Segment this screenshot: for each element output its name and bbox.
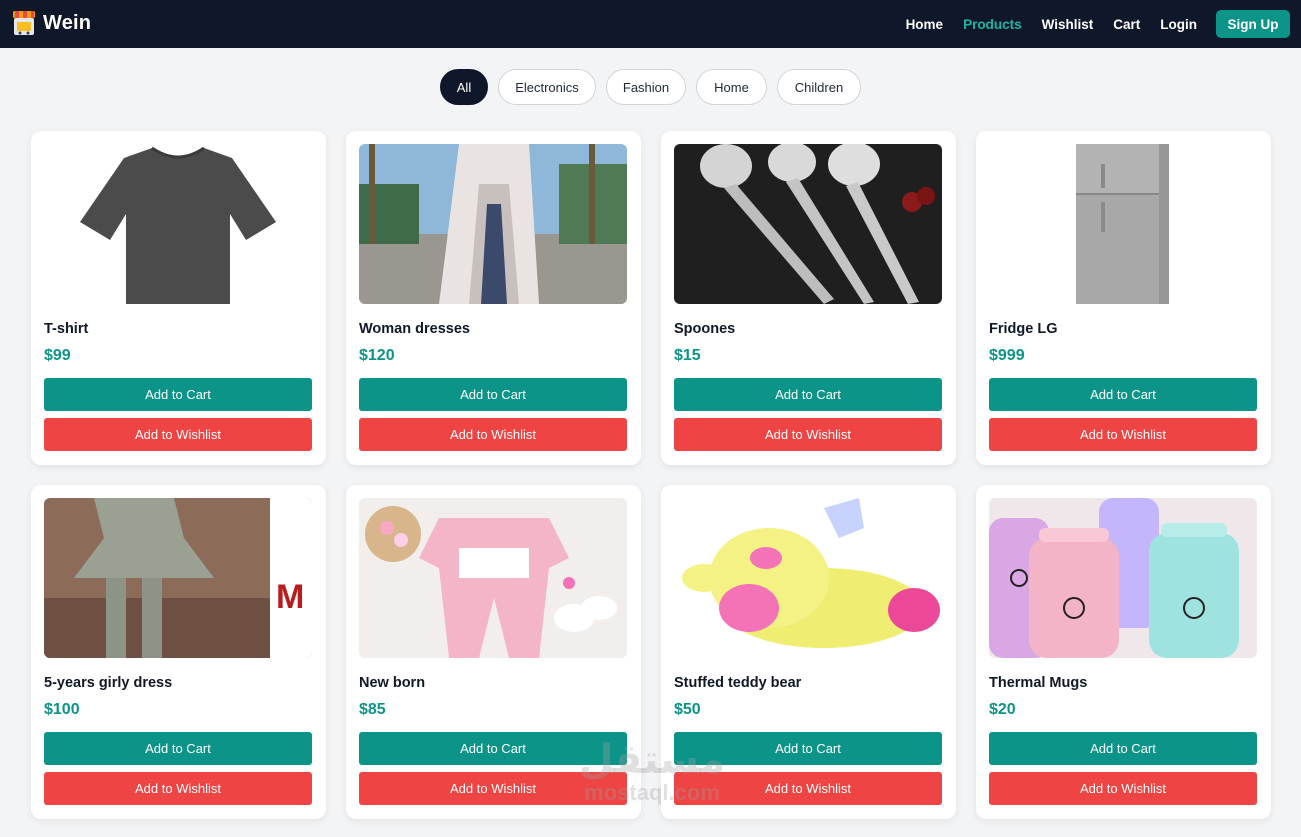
add-to-wishlist-button[interactable]: Add to Wishlist	[989, 772, 1257, 805]
product-card: Fridge LG $999 Add to Cart Add to Wishli…	[976, 131, 1271, 465]
store-icon	[13, 11, 35, 35]
newborn-image	[359, 498, 627, 658]
product-name: Woman dresses	[359, 321, 470, 337]
add-to-cart-button[interactable]: Add to Cart	[44, 732, 312, 765]
product-image: M	[44, 498, 312, 658]
filter-home[interactable]: Home	[696, 69, 767, 105]
add-to-wishlist-button[interactable]: Add to Wishlist	[359, 418, 627, 451]
product-image	[674, 144, 942, 304]
add-to-wishlist-button[interactable]: Add to Wishlist	[44, 418, 312, 451]
nav-products[interactable]: Products	[963, 17, 1022, 32]
product-name: Stuffed teddy bear	[674, 675, 802, 691]
filter-children[interactable]: Children	[777, 69, 861, 105]
add-to-cart-button[interactable]: Add to Cart	[674, 378, 942, 411]
teddy-bear-image	[674, 498, 942, 658]
thermal-mugs-image	[989, 498, 1257, 658]
nav-home[interactable]: Home	[906, 17, 944, 32]
product-image	[44, 144, 312, 304]
product-image	[989, 144, 1257, 304]
product-price: $999	[989, 347, 1025, 364]
product-price: $99	[44, 347, 71, 364]
product-card: Woman dresses $120 Add to Cart Add to Wi…	[346, 131, 641, 465]
product-name: Thermal Mugs	[989, 675, 1088, 691]
add-to-cart-button[interactable]: Add to Cart	[989, 378, 1257, 411]
add-to-wishlist-button[interactable]: Add to Wishlist	[44, 772, 312, 805]
product-image	[989, 498, 1257, 658]
nav-wishlist[interactable]: Wishlist	[1042, 17, 1094, 32]
add-to-wishlist-button[interactable]: Add to Wishlist	[989, 418, 1257, 451]
dress-image	[359, 144, 627, 304]
add-to-cart-button[interactable]: Add to Cart	[44, 378, 312, 411]
add-to-cart-button[interactable]: Add to Cart	[359, 732, 627, 765]
spoons-image	[674, 144, 942, 304]
product-card: New born $85 Add to Cart Add to Wishlist	[346, 485, 641, 819]
brand-name: Wein	[43, 11, 92, 34]
girl-dress-image: M	[44, 498, 312, 658]
product-card: Stuffed teddy bear $50 Add to Cart Add t…	[661, 485, 956, 819]
product-price: $100	[44, 701, 80, 718]
top-navbar: Wein Home Products Wishlist Cart Login S…	[0, 0, 1301, 48]
add-to-cart-button[interactable]: Add to Cart	[674, 732, 942, 765]
product-name: Spoones	[674, 321, 736, 337]
product-card: Spoones $15 Add to Cart Add to Wishlist	[661, 131, 956, 465]
product-image	[359, 144, 627, 304]
add-to-wishlist-button[interactable]: Add to Wishlist	[674, 418, 942, 451]
product-name: 5-years girly dress	[44, 675, 173, 691]
product-name: Fridge LG	[989, 321, 1058, 337]
product-image	[674, 498, 942, 658]
tshirt-image	[44, 144, 312, 304]
nav-cart[interactable]: Cart	[1113, 17, 1140, 32]
product-price: $50	[674, 701, 701, 718]
filter-fashion[interactable]: Fashion	[606, 69, 686, 105]
product-name: T-shirt	[44, 321, 89, 337]
brand[interactable]: Wein	[12, 10, 91, 36]
filter-all[interactable]: All	[440, 69, 488, 105]
fridge-image	[989, 144, 1257, 304]
add-to-cart-button[interactable]: Add to Cart	[359, 378, 627, 411]
product-image	[359, 498, 627, 658]
nav-login[interactable]: Login	[1160, 17, 1197, 32]
category-filters: All Electronics Fashion Home Children	[0, 69, 1301, 105]
product-price: $15	[674, 347, 701, 364]
product-price: $20	[989, 701, 1016, 718]
product-card: M 5-years girly dress $100 Add to Cart A…	[31, 485, 326, 819]
product-price: $85	[359, 701, 386, 718]
add-to-cart-button[interactable]: Add to Cart	[989, 732, 1257, 765]
product-price: $120	[359, 347, 395, 364]
product-name: New born	[359, 675, 426, 691]
product-card: Thermal Mugs $20 Add to Cart Add to Wish…	[976, 485, 1271, 819]
product-card: T-shirt $99 Add to Cart Add to Wishlist	[31, 131, 326, 465]
signup-button[interactable]: Sign Up	[1216, 10, 1290, 38]
nav-links: Home Products Wishlist Cart Login Sign U…	[886, 0, 1301, 48]
add-to-wishlist-button[interactable]: Add to Wishlist	[359, 772, 627, 805]
svg-text:M: M	[276, 578, 304, 616]
add-to-wishlist-button[interactable]: Add to Wishlist	[674, 772, 942, 805]
filter-electronics[interactable]: Electronics	[498, 69, 596, 105]
